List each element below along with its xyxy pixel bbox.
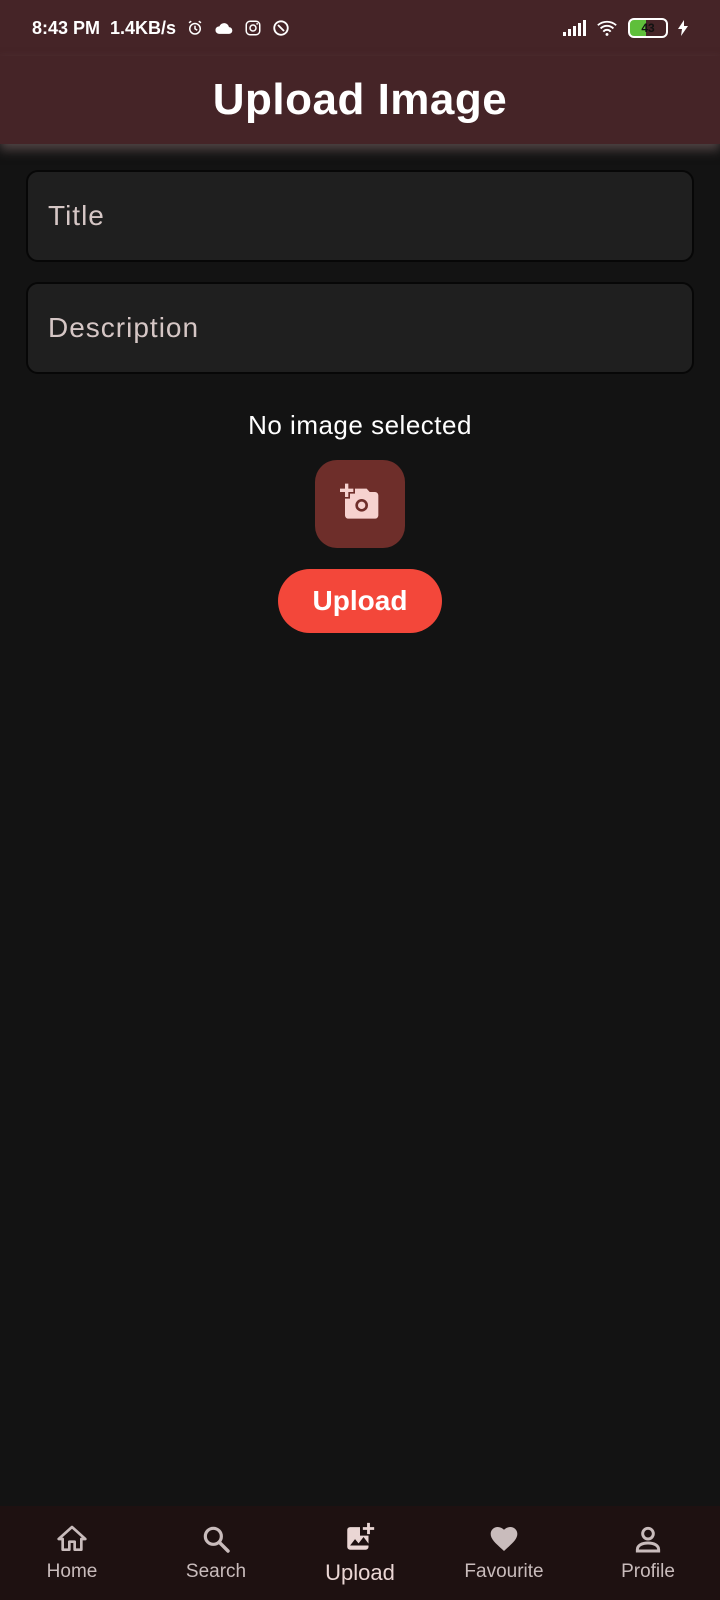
- add-photo-button[interactable]: [315, 460, 405, 548]
- nav-item-favourite[interactable]: Favourite: [432, 1506, 576, 1600]
- title-input[interactable]: [46, 199, 692, 233]
- upload-button[interactable]: Upload: [278, 569, 442, 633]
- heart-icon: [487, 1523, 521, 1555]
- charging-icon: [678, 20, 688, 36]
- status-time: 8:43 PM: [32, 17, 101, 38]
- status-network-speed: 1.4KB/s: [110, 17, 177, 38]
- signal-icon: [562, 20, 586, 36]
- nav-item-upload[interactable]: Upload: [288, 1506, 432, 1600]
- title-field[interactable]: [26, 170, 694, 262]
- battery-indicator: 43: [628, 18, 668, 38]
- nav-label-search: Search: [185, 1561, 247, 1582]
- description-input[interactable]: [46, 311, 692, 345]
- add-a-photo-icon: [340, 482, 380, 527]
- wifi-icon: [596, 19, 618, 37]
- app-notification-icon: [272, 19, 290, 37]
- nav-item-search[interactable]: Search: [144, 1506, 288, 1600]
- nav-item-profile[interactable]: Profile: [576, 1506, 720, 1600]
- person-icon: [632, 1523, 664, 1555]
- cloud-icon: [214, 20, 234, 36]
- nav-label-home: Home: [46, 1561, 98, 1582]
- nav-item-home[interactable]: Home: [0, 1506, 144, 1600]
- home-icon: [55, 1523, 89, 1555]
- description-field[interactable]: [26, 282, 694, 374]
- image-status-text: No image selected: [248, 410, 472, 440]
- nav-label-favourite: Favourite: [464, 1561, 544, 1582]
- add-photo-alternate-icon: [343, 1520, 377, 1554]
- instagram-icon: [244, 19, 262, 37]
- nav-label-upload: Upload: [325, 1560, 395, 1585]
- alarm-icon: [186, 19, 204, 37]
- search-icon: [200, 1523, 232, 1555]
- page-title: Upload Image: [212, 75, 508, 124]
- nav-label-profile: Profile: [621, 1561, 675, 1582]
- bottom-navigation: Home Search Upload Favourite Profile: [0, 1506, 720, 1600]
- app-bar: Upload Image: [0, 56, 720, 144]
- status-bar: 8:43 PM 1.4KB/s 43: [0, 0, 720, 56]
